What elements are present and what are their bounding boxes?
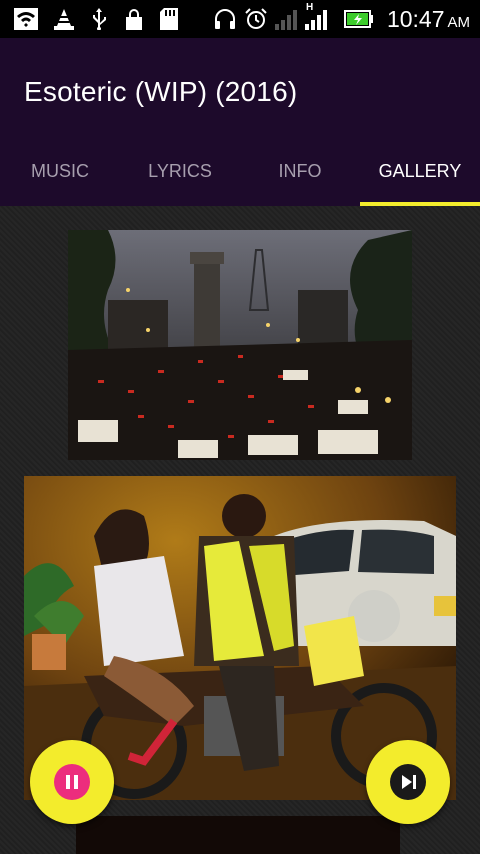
tab-gallery[interactable]: GALLERY [360, 142, 480, 206]
lock-icon [126, 9, 142, 30]
pause-button[interactable] [30, 740, 114, 824]
skip-next-button[interactable] [366, 740, 450, 824]
gallery-content[interactable] [0, 206, 480, 854]
alarm-icon [245, 8, 267, 29]
clock: 10:47 AM [387, 6, 470, 33]
battery-charging-icon [344, 10, 373, 28]
pause-icon [54, 764, 90, 800]
headphones-icon [215, 9, 235, 29]
vlc-cone-icon [54, 9, 74, 30]
dark-photo[interactable] [76, 816, 400, 854]
skip-next-icon [390, 764, 426, 800]
usb-icon [93, 8, 106, 30]
tab-bar: MUSIC LYRICS INFO GALLERY [0, 142, 480, 206]
tab-info[interactable]: INFO [240, 142, 360, 206]
signal-icon [305, 10, 327, 30]
tab-music[interactable]: MUSIC [0, 142, 120, 206]
album-title: Esoteric (WIP) (2016) [24, 76, 298, 107]
traffic-jam-photo[interactable] [68, 230, 412, 460]
sd-card-icon [160, 8, 178, 30]
signal-icon [275, 10, 297, 30]
app-bar: Esoteric (WIP) (2016) MUSIC LYRICS INFO … [0, 38, 480, 206]
status-bar: H 10:47 AM [0, 0, 480, 38]
clock-time: 10:47 [386, 6, 445, 32]
clock-ampm: AM [447, 14, 471, 31]
wifi-icon [14, 8, 38, 30]
tab-lyrics[interactable]: LYRICS [120, 142, 240, 206]
